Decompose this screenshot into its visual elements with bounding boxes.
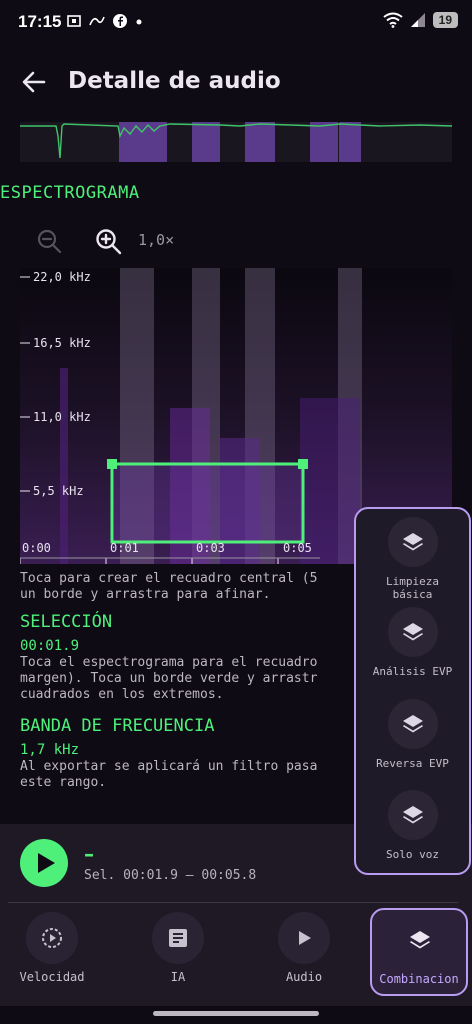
facebook-icon — [113, 14, 127, 28]
nav-label-combinaciones: Combinacion — [379, 972, 459, 986]
selection-label: SELECCIÓN — [20, 612, 113, 632]
screenshot-icon — [67, 15, 81, 27]
time-tick-0: 0:00 — [22, 541, 51, 555]
bottom-navigation: Velocidad IA Audio Combinacion — [0, 902, 472, 1006]
layers-icon — [410, 931, 430, 949]
band-help-2: este rango. — [20, 775, 107, 790]
band-value: 1,7 kHz — [20, 742, 80, 758]
nav-label-velocidad: Velocidad — [19, 970, 85, 984]
notification-icons — [66, 13, 144, 29]
selection-help-3: cuadrados en los extremos. — [20, 687, 224, 702]
time-tick-1: 0:01 — [110, 541, 139, 555]
nav-item-ia[interactable]: IA — [126, 908, 230, 996]
play-icon — [38, 853, 55, 873]
nav-item-audio[interactable]: Audio — [252, 908, 356, 996]
menu-label-limpieza-1: Limpieza — [386, 575, 439, 588]
band-label: BANDA DE FRECUENCIA — [20, 716, 215, 736]
page-title: Detalle de audio — [68, 68, 281, 94]
combinations-menu: Limpieza básica Análisis EVP Reversa EVP… — [354, 507, 471, 875]
play-button[interactable] — [20, 839, 68, 887]
battery-indicator: 19 — [432, 12, 458, 28]
top-app-bar: Detalle de audio — [0, 52, 472, 112]
menu-label-solo-voz: Solo voz — [386, 848, 439, 861]
play-icon — [299, 931, 311, 945]
nav-label-ia: IA — [170, 970, 186, 984]
freq-tick-16k: 16,5 kHz — [33, 336, 91, 350]
selection-value: 00:01.9 — [20, 638, 80, 654]
band-help-1: Al exportar se aplicará un filtro pasa — [20, 759, 318, 774]
dot-icon — [136, 19, 142, 25]
layers-icon — [403, 806, 423, 824]
nav-divider — [8, 902, 458, 903]
nav-item-velocidad[interactable]: Velocidad — [0, 908, 104, 996]
menu-label-analisis: Análisis EVP — [372, 665, 453, 678]
menu-label-limpieza-2: básica — [392, 588, 433, 601]
back-arrow-icon[interactable] — [18, 66, 50, 98]
selection-help-2: margen). Toca un borde verde y arrastr — [20, 671, 318, 686]
selection-help-1: Toca el espectrograma para el recuadro — [20, 655, 318, 670]
player-title: – — [84, 842, 94, 866]
nav-item-combinaciones[interactable]: Combinacion — [370, 908, 468, 996]
layers-icon — [403, 533, 423, 551]
selection-range: Sel. 00:01.9 – 00:05.8 — [84, 868, 257, 883]
wifi-icon — [383, 12, 403, 28]
app-icon — [89, 16, 105, 26]
menu-label-reversa: Reversa EVP — [376, 757, 449, 770]
document-icon — [169, 929, 187, 947]
speed-icon — [42, 928, 62, 948]
zoom-in-icon[interactable] — [94, 227, 122, 255]
nav-label-audio: Audio — [285, 970, 323, 984]
layers-icon — [403, 715, 423, 733]
signal-icon — [410, 13, 425, 27]
waveform-overview[interactable] — [20, 122, 452, 162]
freq-tick-22k: 22,0 kHz — [33, 270, 91, 284]
zoom-level: 1,0× — [138, 231, 175, 249]
zoom-out-icon[interactable] — [36, 228, 62, 254]
freq-tick-5k: 5,5 kHz — [33, 484, 84, 498]
spectrogram-label: ESPECTROGRAMA — [0, 183, 140, 203]
time-tick-5: 0:05 — [283, 541, 312, 555]
spectrogram-hint-2: un borde y arrastra para afinar. — [20, 587, 271, 602]
time-tick-3: 0:03 — [196, 541, 225, 555]
gesture-handle[interactable] — [153, 1011, 319, 1016]
status-bar: 17:15 19 — [0, 0, 472, 44]
layers-icon — [403, 623, 423, 641]
spectrogram-hint-1: Toca para crear el recuadro central (5 — [20, 571, 318, 586]
status-time: 17:15 — [18, 12, 62, 31]
freq-tick-11k: 11,0 kHz — [33, 410, 91, 424]
